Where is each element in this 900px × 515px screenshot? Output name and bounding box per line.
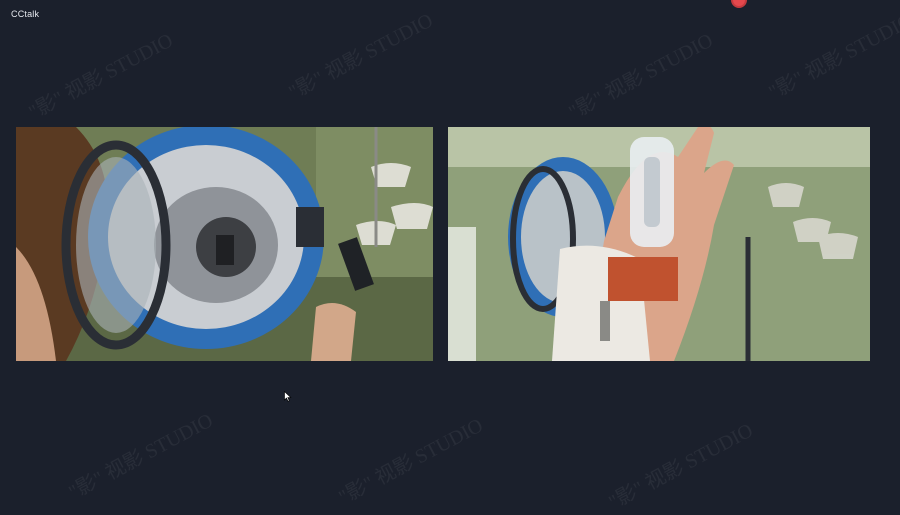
left-video[interactable]	[16, 127, 433, 361]
watermark: "影" 视影 STUDIO	[65, 409, 217, 504]
title-bar: CCtalk	[0, 0, 900, 28]
cursor-icon	[284, 391, 292, 402]
record-indicator-icon[interactable]	[731, 0, 747, 8]
app-title: CCtalk	[11, 9, 40, 19]
watermark: "影" 视影 STUDIO	[565, 29, 717, 124]
watermark: "影" 视影 STUDIO	[605, 419, 757, 514]
watermark: "影" 视影 STUDIO	[25, 29, 177, 124]
watermark: "影" 视影 STUDIO	[335, 414, 487, 509]
right-video-frame	[448, 127, 870, 361]
right-video[interactable]	[448, 127, 870, 361]
left-video-frame	[16, 127, 433, 361]
